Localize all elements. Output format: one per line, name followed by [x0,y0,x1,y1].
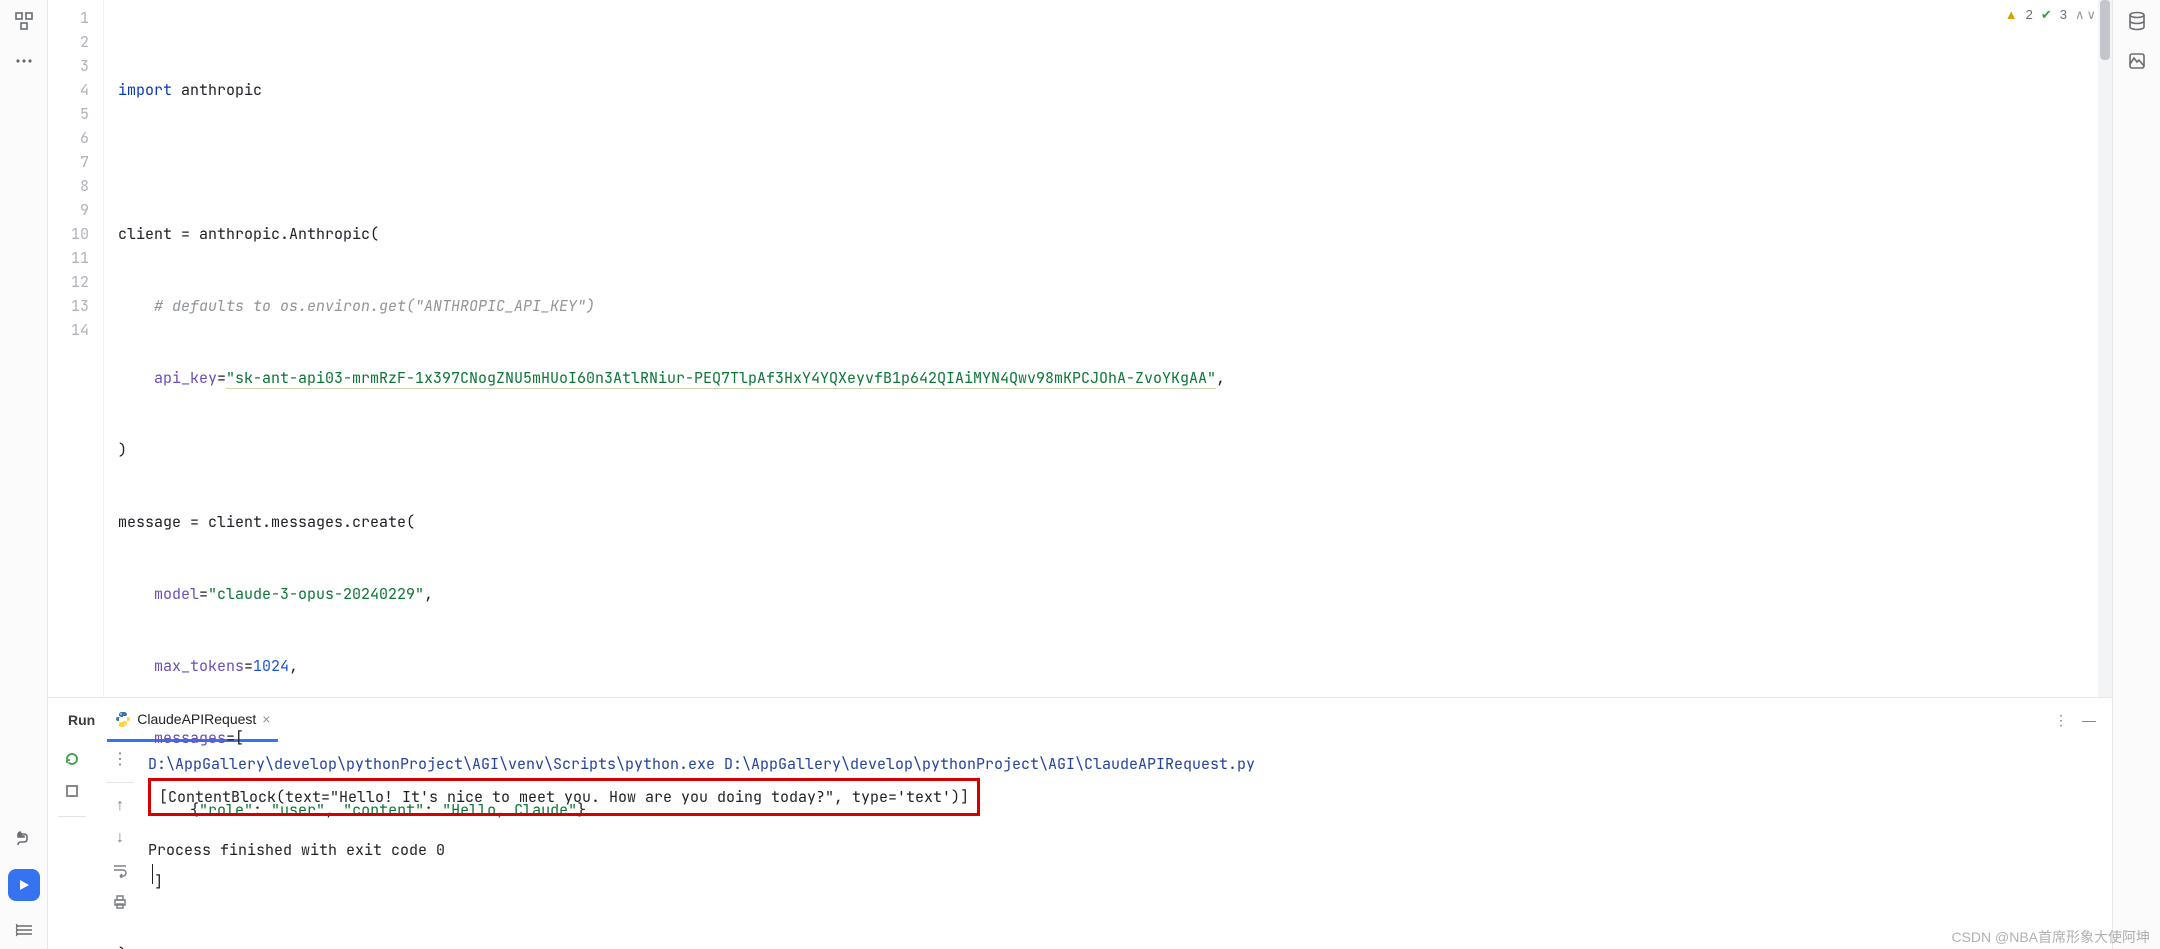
more-icon[interactable] [13,50,35,72]
ok-count: 3 [2060,8,2067,21]
warning-icon[interactable]: ▲ [2005,8,2018,21]
line-number-gutter: 1234567891011121314 [48,0,104,697]
structure-icon[interactable] [13,10,35,32]
prev-highlight-icon[interactable]: ∧ [2075,8,2085,21]
database-icon[interactable] [2126,10,2148,32]
stop-icon[interactable] [63,782,81,800]
editor[interactable]: 1234567891011121314 import anthropic cli… [48,0,2112,697]
run-toolwindow-title[interactable]: Run [56,712,107,728]
python-console-icon[interactable] [13,829,35,851]
code-area[interactable]: import anthropic client = anthropic.Anth… [104,0,2112,697]
rerun-icon[interactable] [63,750,81,768]
next-highlight-icon[interactable]: ∨ [2086,8,2096,21]
warning-count: 2 [2026,8,2033,21]
run-side-controls-col1 [48,742,96,949]
console-exit-line: Process finished with exit code 0 [148,838,2100,862]
console-cursor [148,862,2100,886]
checkmark-icon[interactable]: ✔ [2041,8,2052,21]
ai-assistant-icon[interactable] [2126,50,2148,72]
highlighted-output: [ContentBlock(text="Hello! It's nice to … [148,778,980,816]
current-line-highlight [104,246,2112,270]
inspection-widget[interactable]: ▲ 2 ✔ 3 ∧∨ [2005,8,2096,21]
console-output[interactable]: D:\AppGallery\develop\pythonProject\AGI\… [144,742,2112,949]
run-body: ⋮ ↑ ↓ D:\AppGallery\develop\pythonProjec… [48,742,2112,949]
scrollbar-thumb[interactable] [2100,0,2110,60]
editor-scrollbar[interactable] [2098,0,2112,697]
right-tool-stripe [2112,0,2160,949]
services-icon[interactable] [13,919,35,941]
left-tool-stripe [0,0,48,949]
console-command-line: D:\AppGallery\develop\pythonProject\AGI\… [148,752,2100,776]
main-area: 1234567891011121314 import anthropic cli… [48,0,2112,949]
run-button[interactable] [8,869,40,901]
